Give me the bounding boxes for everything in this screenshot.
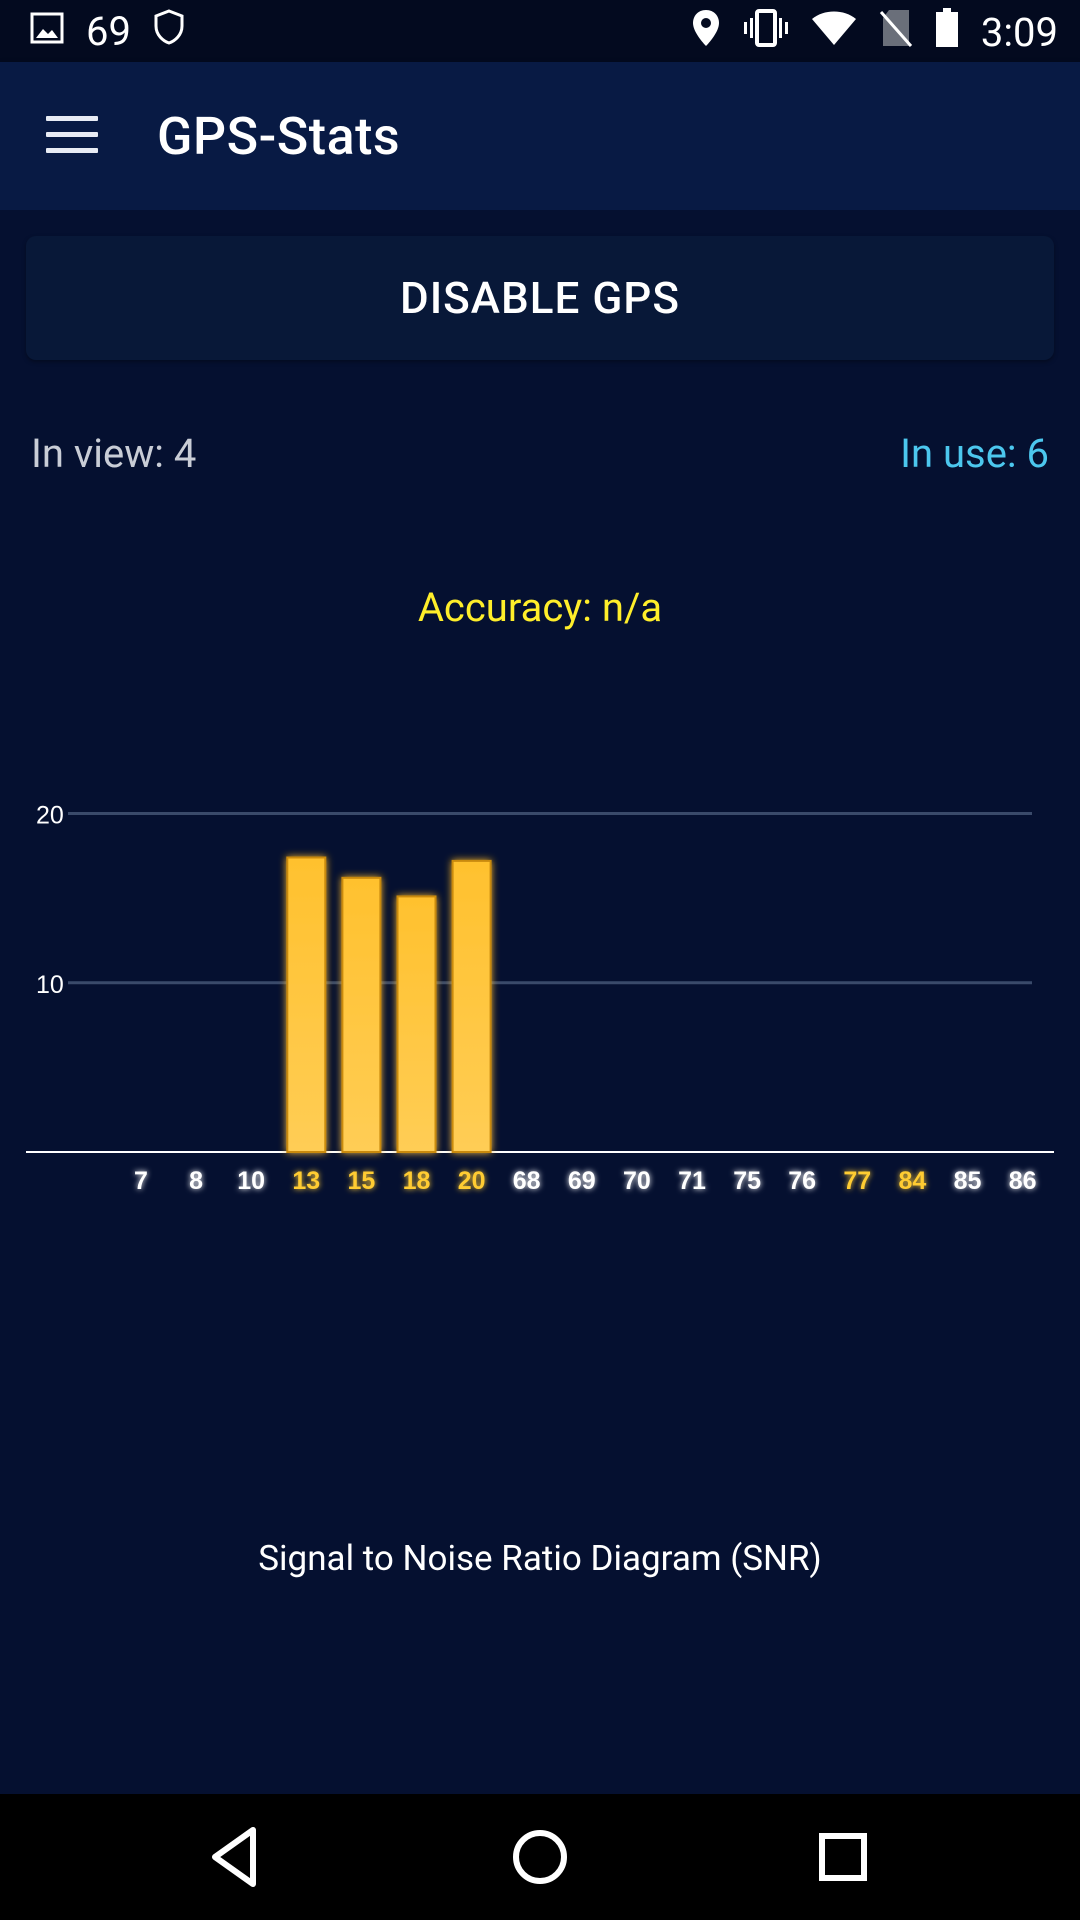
- satellite-label-76: 76: [788, 1167, 816, 1195]
- no-sim-icon: [879, 8, 913, 58]
- satellite-label-75: 75: [733, 1167, 761, 1195]
- snr-bar-15: [341, 876, 382, 1153]
- back-triangle-icon[interactable]: [201, 1822, 271, 1892]
- satellite-label-13: 13: [292, 1167, 320, 1195]
- satellite-label-15: 15: [347, 1167, 375, 1195]
- in-use-count: In use: 6: [900, 430, 1049, 477]
- status-bar: 69 3:09: [0, 0, 1080, 62]
- satellite-label-10: 10: [237, 1167, 265, 1195]
- satellite-label-68: 68: [513, 1167, 541, 1195]
- satellite-label-7: 7: [134, 1167, 148, 1195]
- vibrate-icon: [743, 9, 789, 57]
- satellite-label-8: 8: [189, 1167, 203, 1195]
- disable-gps-button[interactable]: DISABLE GPS: [26, 236, 1054, 360]
- satellite-label-71: 71: [678, 1167, 706, 1195]
- image-notification-icon: [30, 8, 64, 55]
- main-content: DISABLE GPS In view: 4 In use: 6 Accurac…: [0, 210, 1080, 1794]
- navigation-bar: [0, 1794, 1080, 1920]
- wifi-icon: [811, 10, 857, 57]
- chart-caption: Signal to Noise Ratio Diagram (SNR): [258, 1538, 822, 1579]
- satellite-label-69: 69: [568, 1167, 596, 1195]
- snr-bar-13: [286, 856, 327, 1153]
- snr-bar-20: [451, 859, 492, 1153]
- status-time: 3:09: [980, 9, 1058, 56]
- in-view-count: In view: 4: [31, 430, 197, 477]
- battery-icon: [935, 8, 959, 58]
- satellite-label-86: 86: [1009, 1167, 1037, 1195]
- y-tick-label: 10: [36, 971, 64, 999]
- satellite-label-84: 84: [898, 1167, 926, 1195]
- recents-square-icon[interactable]: [808, 1822, 878, 1892]
- satellite-label-20: 20: [458, 1167, 486, 1195]
- menu-icon[interactable]: [46, 116, 98, 156]
- notification-count: 69: [86, 7, 131, 55]
- accuracy-label: Accuracy: n/a: [417, 584, 663, 631]
- y-tick-label: 20: [36, 802, 64, 830]
- home-circle-icon[interactable]: [505, 1822, 575, 1892]
- satellite-label-85: 85: [954, 1167, 982, 1195]
- shield-icon: [153, 8, 185, 55]
- satellite-label-18: 18: [403, 1167, 431, 1195]
- snr-chart: 10203040 7810131518206869707175767784858…: [0, 463, 1080, 1490]
- snr-chart-svg: 10203040 7810131518206869707175767784858…: [26, 463, 1054, 1195]
- page-title: GPS-Stats: [157, 106, 401, 167]
- satellite-label-70: 70: [623, 1167, 651, 1195]
- satellite-label-77: 77: [843, 1167, 871, 1195]
- snr-bar-18: [396, 895, 437, 1153]
- location-icon: [691, 8, 721, 58]
- app-bar: GPS-Stats: [0, 62, 1080, 210]
